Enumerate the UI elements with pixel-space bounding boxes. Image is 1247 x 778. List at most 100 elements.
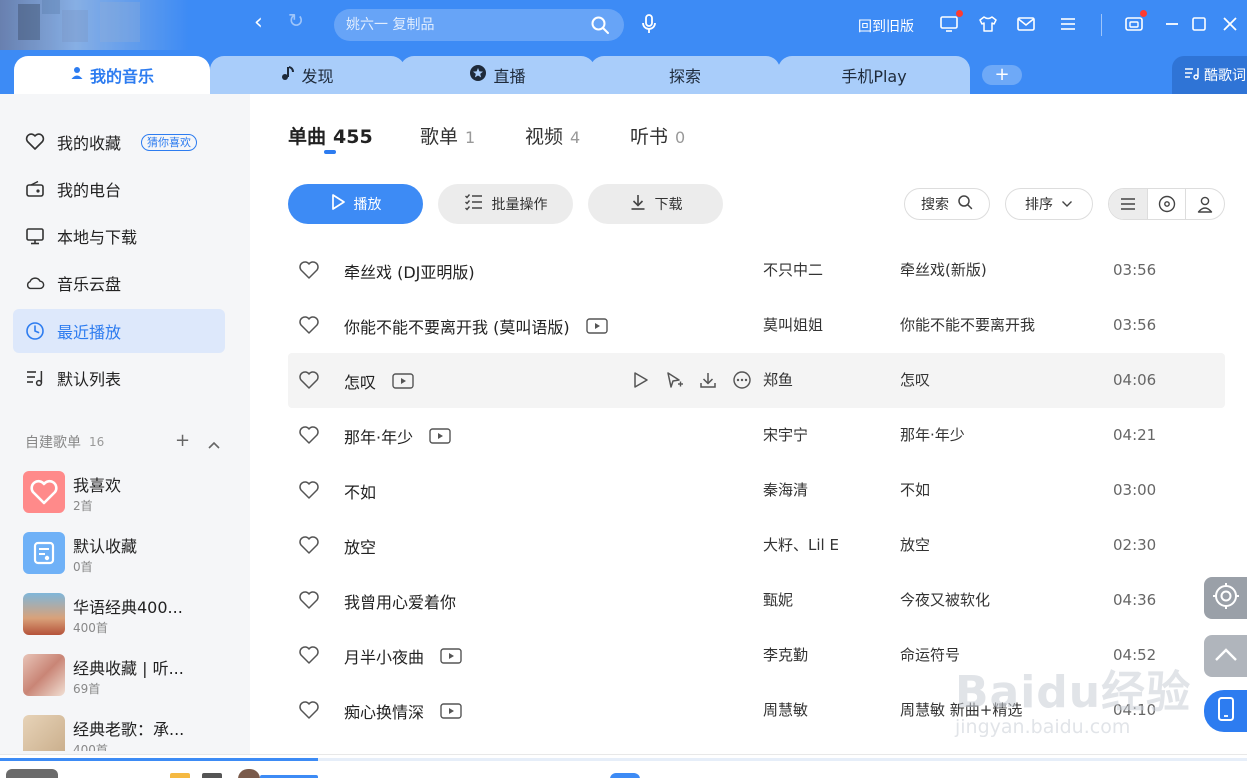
batch-operation-button[interactable]: 批量操作 <box>438 184 573 224</box>
playlist-cover-image <box>23 715 65 751</box>
song-artist[interactable]: 大籽、Lil E <box>763 534 839 555</box>
like-heart-icon[interactable] <box>298 315 320 337</box>
search-list-button[interactable]: 搜索 <box>904 188 990 220</box>
tab-audiobooks[interactable]: 听书 0 <box>630 122 685 149</box>
song-album[interactable]: 不如 <box>900 479 930 500</box>
sidebar-item-favorites[interactable]: 我的收藏 猜你喜欢 <box>13 120 225 164</box>
song-row[interactable]: 牵丝戏 (DJ亚明版) 不只中二 牵丝戏(新版) 03:56 <box>288 243 1225 298</box>
song-row[interactable]: 那年·年少 宋宇宁 那年·年少 04:21 <box>288 408 1225 463</box>
play-pause-button[interactable] <box>610 773 640 778</box>
song-artist[interactable]: 宋宇宁 <box>763 424 808 445</box>
add-playlist-icon[interactable]: + <box>175 430 190 451</box>
tab-live[interactable]: 直播 <box>400 56 595 94</box>
song-artist[interactable]: 甄妮 <box>763 589 793 610</box>
tab-playlists[interactable]: 歌单 1 <box>420 122 475 149</box>
tab-songs[interactable]: 单曲 455 <box>288 122 373 149</box>
refresh-icon[interactable]: ↻ <box>288 10 304 32</box>
add-to-next-icon[interactable] <box>664 370 684 390</box>
menu-icon[interactable] <box>1056 12 1080 36</box>
playlist-item[interactable]: 经典老歌：承... 400首 <box>23 715 233 751</box>
back-arrow-icon[interactable]: ‹ <box>254 10 263 35</box>
collapse-chevron-icon[interactable] <box>207 434 221 455</box>
song-album[interactable]: 牵丝戏(新版) <box>900 259 987 280</box>
search-input[interactable] <box>346 9 586 41</box>
playlist-section-count: 16 <box>89 435 105 449</box>
back-to-top-button[interactable] <box>1204 635 1247 677</box>
like-heart-icon[interactable] <box>298 425 320 447</box>
playlist-item[interactable]: 我喜欢 2首 <box>23 471 233 515</box>
locate-current-button[interactable] <box>1204 577 1247 619</box>
mv-video-icon[interactable] <box>429 428 451 444</box>
close-icon[interactable] <box>1218 12 1242 36</box>
sidebar-item-local-download[interactable]: 本地与下载 <box>13 214 225 258</box>
tab-my-music[interactable]: 我的音乐 <box>14 56 210 94</box>
song-album[interactable]: 你能不能不要离开我 <box>900 314 1035 335</box>
song-row[interactable]: 不如 秦海清 不如 03:00 <box>288 463 1225 518</box>
progress-track[interactable] <box>0 758 1247 761</box>
song-album[interactable]: 命运符号 <box>900 644 960 665</box>
minimize-icon[interactable] <box>1160 12 1184 36</box>
song-row[interactable]: 放空 大籽、Lil E 放空 02:30 <box>288 518 1225 573</box>
tab-mobile-play[interactable]: 手机Play <box>778 56 970 94</box>
like-heart-icon[interactable] <box>298 535 320 557</box>
player-control[interactable] <box>202 773 222 778</box>
maximize-icon[interactable] <box>1187 12 1211 36</box>
song-row[interactable]: 我曾用心爱着你 甄妮 今夜又被软化 04:36 <box>288 573 1225 628</box>
song-album[interactable]: 那年·年少 <box>900 424 965 445</box>
sort-button[interactable]: 排序 <box>1005 188 1093 220</box>
like-heart-icon[interactable] <box>298 480 320 502</box>
album-view-icon[interactable] <box>1146 189 1186 219</box>
mv-video-icon[interactable] <box>440 648 462 664</box>
song-row[interactable]: 你能不能不要离开我 (莫叫语版) 莫叫姐姐 你能不能不要离开我 03:56 <box>288 298 1225 353</box>
song-album[interactable]: 怎叹 <box>900 369 930 390</box>
search-box[interactable] <box>334 9 624 41</box>
song-album[interactable]: 今夜又被软化 <box>900 589 990 610</box>
sidebar-item-cloud[interactable]: 音乐云盘 <box>13 261 225 305</box>
playlist-item[interactable]: 默认收藏 0首 <box>23 532 233 576</box>
like-heart-icon[interactable] <box>298 260 320 282</box>
like-heart-icon[interactable] <box>298 700 320 722</box>
like-heart-icon[interactable] <box>298 645 320 667</box>
play-all-button[interactable]: 播放 <box>288 184 423 224</box>
artist-view-icon[interactable] <box>1185 189 1224 219</box>
mic-icon[interactable] <box>637 12 661 36</box>
list-view-icon[interactable] <box>1109 189 1147 219</box>
mv-video-icon[interactable] <box>440 703 462 719</box>
lyric-tab[interactable]: 酷歌词 <box>1172 56 1247 94</box>
sidebar-item-recent[interactable]: 最近播放 <box>13 309 225 353</box>
sidebar-item-radio[interactable]: 我的电台 <box>13 167 225 211</box>
playlist-item[interactable]: 经典收藏 | 听... 69首 <box>23 654 233 698</box>
song-artist[interactable]: 莫叫姐姐 <box>763 314 823 335</box>
search-icon[interactable] <box>590 15 610 35</box>
tab-videos[interactable]: 视频 4 <box>525 122 580 149</box>
download-icon[interactable] <box>698 370 718 390</box>
song-album[interactable]: 放空 <box>900 534 930 555</box>
avatar[interactable] <box>238 769 260 778</box>
guess-you-like-badge[interactable]: 猜你喜欢 <box>141 133 198 151</box>
song-row[interactable]: 怎叹 郑鱼 怎叹 04:06 <box>288 353 1225 408</box>
old-version-link[interactable]: 回到旧版 <box>858 16 914 36</box>
playlist-item[interactable]: 华语经典400... 400首 <box>23 593 233 637</box>
tab-discover[interactable]: 发现 <box>210 56 405 94</box>
mail-icon[interactable] <box>1014 12 1038 36</box>
playlist-name: 华语经典400... <box>73 598 183 617</box>
song-title: 牵丝戏 (DJ亚明版) <box>344 263 475 282</box>
phone-button[interactable] <box>1204 690 1247 732</box>
mv-video-icon[interactable] <box>585 318 608 334</box>
song-artist[interactable]: 秦海清 <box>763 479 808 500</box>
tab-explore[interactable]: 探索 <box>590 56 780 94</box>
song-artist[interactable]: 郑鱼 <box>763 369 793 390</box>
skin-shirt-icon[interactable] <box>976 12 1000 36</box>
song-artist[interactable]: 李克勤 <box>763 644 808 665</box>
more-icon[interactable] <box>732 370 752 390</box>
now-playing-cover[interactable] <box>6 769 58 778</box>
like-heart-icon[interactable] <box>298 370 320 392</box>
like-heart-icon[interactable] <box>298 590 320 612</box>
mv-video-icon[interactable] <box>392 373 414 389</box>
play-icon[interactable] <box>630 370 650 390</box>
add-tab-button[interactable]: + <box>982 65 1022 85</box>
song-artist[interactable]: 不只中二 <box>763 259 823 280</box>
download-button[interactable]: 下载 <box>588 184 723 224</box>
song-artist[interactable]: 周慧敏 <box>763 699 808 720</box>
sidebar-item-default-list[interactable]: 默认列表 <box>13 356 225 400</box>
